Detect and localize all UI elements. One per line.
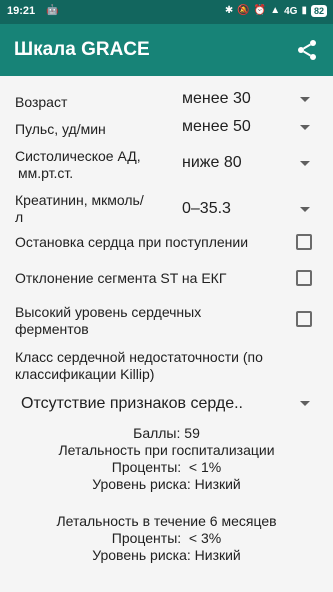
six-month-mortality-percent: Проценты: < 3%	[111, 530, 222, 546]
age-select[interactable]: менее 30	[182, 90, 320, 114]
cardiac-enzymes-checkbox[interactable]	[296, 311, 312, 327]
results-hospital: Баллы: 59 Летальность при госпитализации…	[0, 425, 333, 493]
alarm-icon: ⏰	[253, 5, 267, 16]
systolic-bp-select[interactable]: ниже 80	[182, 154, 320, 178]
battery-level: 82	[310, 5, 327, 17]
dropdown-arrow-icon	[300, 207, 310, 212]
hospital-mortality-title: Летальность при госпитализации	[58, 442, 275, 458]
age-label: Возраст	[15, 94, 68, 110]
cardiac-enzymes-label-line2: ферментов	[15, 321, 89, 337]
mute-icon: 🔕	[237, 5, 250, 16]
killip-select[interactable]: Отсутствие признаков серде..	[15, 393, 320, 417]
st-deviation-checkbox[interactable]	[296, 270, 312, 286]
results-six-month: Летальность в течение 6 месяцев Проценты…	[0, 513, 333, 564]
age-value: менее 30	[182, 90, 251, 107]
network-type: 4G	[284, 5, 298, 17]
status-time: 19:21	[7, 5, 36, 17]
creatinine-label-line2: л	[15, 209, 24, 225]
cardiac-arrest-row[interactable]: Остановка сердца при поступлении	[15, 232, 320, 254]
six-month-risk-level: Уровень риска: Низкий	[92, 547, 241, 563]
cell-signal-icon: ▮	[301, 5, 307, 16]
killip-label-line1: Класс сердечной недостаточности (по	[15, 349, 263, 365]
dropdown-arrow-icon	[300, 161, 310, 166]
hospital-risk-level: Уровень риска: Низкий	[92, 476, 241, 492]
st-deviation-row[interactable]: Отклонение сегмента ST на ЕКГ	[15, 268, 320, 290]
creatinine-select[interactable]: 0–35.3	[182, 200, 320, 224]
pulse-label: Пульс, уд/мин	[15, 121, 106, 137]
systolic-bp-label-line2: мм.рт.ст.	[18, 165, 74, 181]
systolic-bp-row: Систолическое АД, мм.рт.ст. ниже 80	[15, 146, 320, 182]
systolic-bp-label-line1: Систолическое АД,	[15, 148, 141, 164]
creatinine-row: Креатинин, мкмоль/ л 0–35.3	[15, 190, 320, 226]
killip-value: Отсутствие признаков серде..	[21, 395, 243, 412]
status-bar: 19:21 🤖 ✱ 🔕 ⏰ ▲ 4G ▮ 82	[0, 0, 333, 24]
share-icon[interactable]	[295, 38, 319, 62]
pulse-select[interactable]: менее 50	[182, 118, 320, 142]
six-month-mortality-title: Летальность в течение 6 месяцев	[56, 513, 277, 529]
dropdown-arrow-icon	[300, 125, 310, 130]
killip-label-line2: классификации Killip)	[15, 366, 155, 382]
cardiac-enzymes-label-line1: Высокий уровень сердечных	[15, 304, 202, 320]
signal-icon: ▲	[270, 5, 281, 16]
android-icon: 🤖	[46, 5, 59, 16]
age-row: Возраст менее 30	[15, 88, 320, 114]
creatinine-value: 0–35.3	[182, 200, 231, 217]
killip-row: Класс сердечной недостаточности (по клас…	[15, 348, 320, 384]
score-text: Баллы: 59	[133, 425, 200, 441]
pulse-value: менее 50	[182, 118, 251, 135]
systolic-bp-value: ниже 80	[182, 154, 242, 171]
dropdown-arrow-icon	[300, 97, 310, 102]
cardiac-arrest-checkbox[interactable]	[296, 234, 312, 250]
cardiac-arrest-label: Остановка сердца при поступлении	[15, 234, 249, 250]
bluetooth-icon: ✱	[224, 5, 234, 16]
st-deviation-label: Отклонение сегмента ST на ЕКГ	[15, 270, 227, 286]
dropdown-arrow-icon	[300, 401, 310, 406]
app-bar: Шкала GRACE	[0, 24, 333, 76]
cardiac-enzymes-row[interactable]: Высокий уровень сердечных ферментов	[15, 302, 320, 338]
creatinine-label-line1: Креатинин, мкмоль/	[15, 192, 144, 208]
pulse-row: Пульс, уд/мин менее 50	[15, 117, 320, 143]
hospital-mortality-percent: Проценты: < 1%	[111, 459, 222, 475]
app-title: Шкала GRACE	[14, 39, 150, 60]
